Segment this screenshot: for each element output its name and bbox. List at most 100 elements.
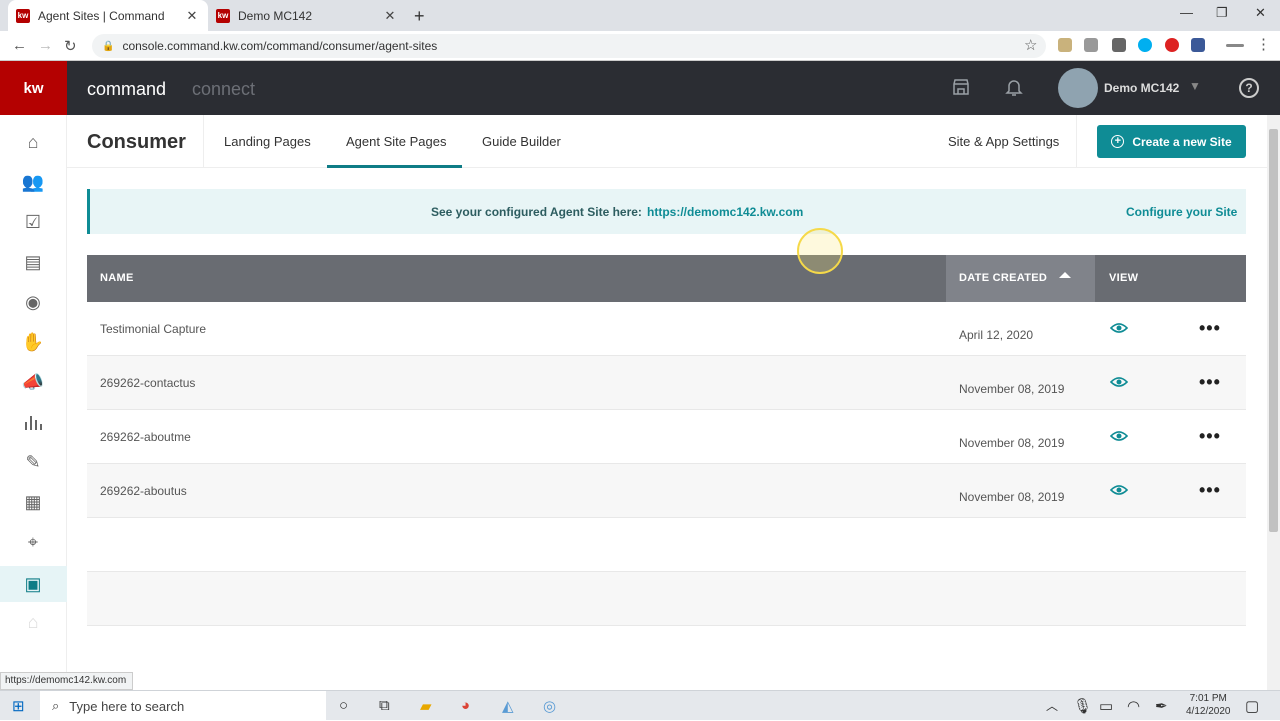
table-header: NAME DATE CREATED VIEW: [87, 255, 1246, 302]
home-icon[interactable]: ⌂: [22, 131, 44, 153]
table-row[interactable]: 269262-contactus November 08, 2019 •••: [87, 356, 1246, 410]
kw-favicon-icon: kw: [16, 8, 30, 23]
menu-kebab-icon[interactable]: ⋮: [1256, 35, 1271, 53]
extension-icon[interactable]: [1165, 38, 1179, 52]
tab-landing-pages[interactable]: Landing Pages: [224, 134, 311, 149]
date-created: November 08, 2019: [959, 490, 1065, 504]
listings-icon[interactable]: ▦: [22, 491, 44, 513]
create-new-site-button[interactable]: + Create a new Site: [1097, 125, 1246, 158]
table-row[interactable]: 269262-aboutme November 08, 2019 •••: [87, 410, 1246, 464]
tab-agent-site-pages[interactable]: Agent Site Pages: [346, 134, 446, 149]
notification-bell-icon[interactable]: [1005, 78, 1023, 102]
avatar[interactable]: [1058, 68, 1098, 108]
facebook-extension-icon[interactable]: [1191, 38, 1205, 52]
house-icon[interactable]: ⌂: [22, 611, 44, 633]
battery-icon[interactable]: ▭: [1099, 697, 1113, 715]
store-icon[interactable]: [952, 78, 970, 101]
user-name[interactable]: Demo MC142: [1104, 81, 1179, 95]
scrollbar-thumb[interactable]: [1269, 129, 1278, 532]
sort-ascending-icon[interactable]: [1058, 270, 1072, 283]
contacts-icon[interactable]: 👥: [22, 171, 44, 193]
bookmark-star-icon[interactable]: ☆: [1024, 36, 1037, 54]
skype-extension-icon[interactable]: [1138, 38, 1152, 52]
tab-demo[interactable]: kw Demo MC142 ✕: [208, 0, 406, 31]
chrome-icon[interactable]: ◕: [461, 697, 470, 714]
empty-row: [87, 572, 1246, 626]
brand-connect[interactable]: connect: [192, 79, 255, 100]
chevron-up-icon[interactable]: ︿: [1046, 697, 1058, 714]
view-eye-icon[interactable]: [1109, 375, 1129, 393]
pen-icon[interactable]: ✒: [1155, 697, 1168, 715]
view-eye-icon[interactable]: [1109, 483, 1129, 501]
reload-icon[interactable]: ↻: [64, 37, 77, 55]
windows-taskbar: ⊞ ⌕ Type here to search ○ ⧉ ▰ ◕ ◭ ◎ ︿ 🎙 …: [0, 690, 1280, 721]
table-row[interactable]: Testimonial Capture April 12, 2020 •••: [87, 302, 1246, 356]
close-window-icon[interactable]: ✕: [1255, 5, 1266, 21]
empty-row: [87, 626, 1246, 672]
site-name[interactable]: 269262-aboutme: [100, 430, 191, 444]
tab-agent-sites[interactable]: kw Agent Sites | Command ✕: [8, 0, 208, 31]
windows-start-icon[interactable]: ⊞: [12, 697, 25, 715]
wifi-icon[interactable]: ◠: [1127, 697, 1140, 715]
documents-icon[interactable]: ▤: [22, 251, 44, 273]
app-icon[interactable]: ◭: [502, 697, 514, 715]
brand-command[interactable]: command: [87, 79, 166, 100]
create-button-label: Create a new Site: [1132, 134, 1232, 149]
reports-chart-icon[interactable]: [22, 411, 44, 433]
new-tab-icon[interactable]: +: [414, 6, 425, 27]
table-row[interactable]: 269262-aboutus November 08, 2019 •••: [87, 464, 1246, 518]
view-eye-icon[interactable]: [1109, 429, 1129, 447]
agent-site-link[interactable]: https://demomc142.kw.com: [647, 205, 803, 219]
column-name-header[interactable]: NAME: [100, 272, 134, 284]
designs-icon[interactable]: ✎: [22, 451, 44, 473]
forward-icon[interactable]: →: [38, 37, 53, 54]
extension-icon[interactable]: [1058, 38, 1072, 52]
page-title: Consumer: [87, 131, 186, 153]
site-name[interactable]: 269262-contactus: [100, 376, 195, 390]
maximize-icon[interactable]: ❐: [1216, 5, 1228, 21]
site-app-settings-link[interactable]: Site & App Settings: [948, 134, 1059, 149]
tab-guide-builder[interactable]: Guide Builder: [482, 134, 561, 149]
campaign-icon[interactable]: 📣: [22, 371, 44, 393]
clock-date: 4/12/2020: [1186, 706, 1231, 717]
view-eye-icon[interactable]: [1109, 321, 1129, 339]
handshake-icon[interactable]: ✋: [22, 331, 44, 353]
close-tab-icon[interactable]: ✕: [382, 8, 398, 24]
taskbar-search[interactable]: ⌕ Type here to search: [40, 691, 326, 721]
configure-site-link[interactable]: Configure your Site: [1126, 205, 1237, 219]
page-scrollbar[interactable]: [1267, 115, 1280, 692]
extension-icon[interactable]: [1226, 44, 1244, 47]
close-tab-icon[interactable]: ✕: [184, 8, 200, 24]
map-pin-icon[interactable]: ⌖: [22, 531, 44, 553]
more-options-icon[interactable]: •••: [1199, 372, 1221, 393]
minimize-icon[interactable]: —: [1180, 5, 1193, 20]
consumer-sites-icon[interactable]: ▣: [22, 573, 44, 595]
cortana-icon[interactable]: ○: [339, 697, 348, 714]
microphone-icon[interactable]: 🎙: [1073, 697, 1092, 715]
site-name[interactable]: Testimonial Capture: [100, 322, 206, 336]
tasks-icon[interactable]: ☑: [22, 211, 44, 233]
site-name[interactable]: 269262-aboutus: [100, 484, 187, 498]
file-explorer-icon[interactable]: ▰: [420, 697, 432, 715]
recording-app-icon[interactable]: ◎: [543, 697, 556, 715]
help-icon[interactable]: ?: [1239, 78, 1259, 98]
more-options-icon[interactable]: •••: [1199, 480, 1221, 501]
tab-title: Demo MC142: [238, 8, 313, 23]
notifications-icon[interactable]: ▢: [1245, 697, 1259, 715]
chevron-down-icon[interactable]: ▼: [1189, 79, 1201, 93]
back-icon[interactable]: ←: [12, 37, 27, 54]
task-view-icon[interactable]: ⧉: [379, 697, 390, 714]
url-field[interactable]: 🔒 console.command.kw.com/command/consume…: [92, 34, 1046, 58]
profile-icon[interactable]: ◉: [22, 291, 44, 313]
active-tab-indicator: [327, 165, 462, 168]
more-options-icon[interactable]: •••: [1199, 426, 1221, 447]
subnav: Consumer Landing Pages Agent Site Pages …: [67, 115, 1267, 168]
camera-extension-icon[interactable]: [1084, 38, 1098, 52]
extension-icon[interactable]: [1112, 38, 1126, 52]
search-placeholder: Type here to search: [69, 698, 185, 714]
column-date-header[interactable]: DATE CREATED: [959, 272, 1047, 284]
taskbar-clock[interactable]: 7:01 PM 4/12/2020: [1186, 692, 1231, 718]
more-options-icon[interactable]: •••: [1199, 318, 1221, 339]
tab-title: Agent Sites | Command: [38, 8, 165, 23]
kw-logo[interactable]: kw: [0, 61, 67, 115]
